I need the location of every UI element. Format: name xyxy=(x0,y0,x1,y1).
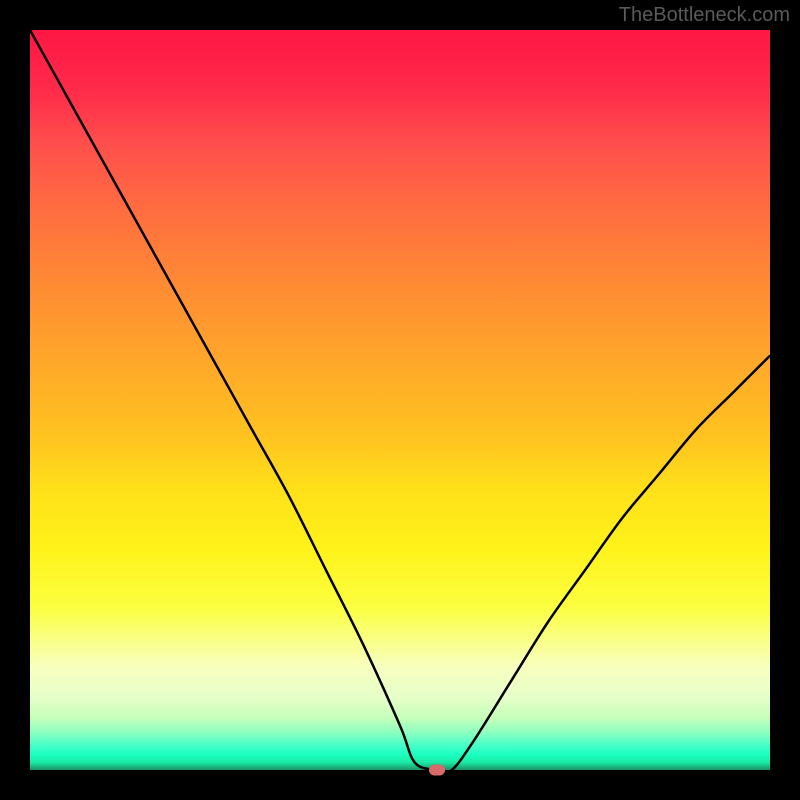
bottleneck-curve xyxy=(30,30,770,770)
watermark-text: TheBottleneck.com xyxy=(619,4,790,27)
optimum-marker xyxy=(429,765,445,776)
chart-plot-area xyxy=(30,30,770,770)
